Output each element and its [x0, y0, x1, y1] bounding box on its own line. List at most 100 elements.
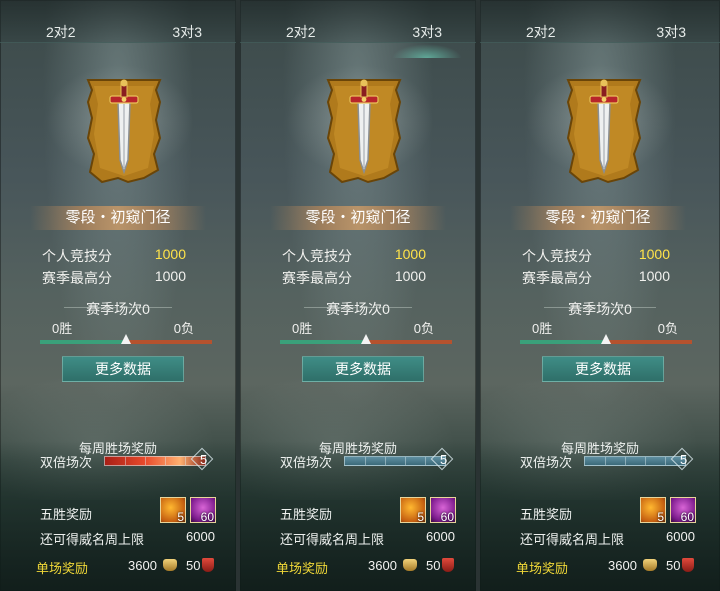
single-match-reward-label: 单场奖励	[36, 561, 89, 576]
weekly-cap-value: 6000	[426, 529, 455, 544]
single-reward-value-1: 3600	[128, 558, 157, 573]
weekly-cap-label: 还可得威名周上限	[280, 532, 385, 547]
divider-right	[120, 307, 172, 308]
single-match-reward-label: 单场奖励	[516, 561, 569, 576]
weekly-cap-label: 还可得威名周上限	[40, 532, 145, 547]
sword-banner-icon	[86, 79, 162, 184]
double-bar-tick	[605, 457, 606, 465]
personal-score-value: 1000	[394, 246, 426, 262]
season-high-label: 赛季最高分	[522, 270, 592, 286]
reward-item-count: 60	[200, 510, 214, 524]
double-bar-tick	[385, 457, 386, 465]
double-bar-tick	[405, 457, 406, 465]
rank-title: 零段・初窥门径	[510, 206, 686, 230]
personal-score-label: 个人竞技分	[282, 248, 352, 264]
double-matches-count: 5	[680, 452, 688, 467]
divider-right	[604, 307, 656, 308]
season-matches: 赛季场次0	[568, 301, 632, 317]
reward-item-count: 5	[657, 510, 664, 524]
arena-panel: 2对2 3对3 零段・初窥门径 个人竞技分 1000 赛季最高分 1000 赛季…	[480, 0, 720, 591]
ingot-icon	[643, 559, 657, 571]
season-high-value: 1000	[394, 268, 426, 284]
single-reward-value-2: 50	[186, 558, 201, 573]
more-data-button[interactable]: 更多数据	[62, 356, 184, 382]
win-fill	[40, 340, 126, 344]
reward-item-count: 5	[177, 510, 184, 524]
season-high-value: 1000	[154, 268, 186, 284]
sword-banner-icon	[326, 79, 402, 184]
double-matches-label: 双倍场次	[280, 455, 333, 470]
ingot-icon	[163, 559, 177, 571]
double-bar-tick	[425, 457, 426, 465]
single-reward-value-2: 50	[666, 558, 681, 573]
win-fill	[280, 340, 366, 344]
losses-count: 0负	[413, 321, 434, 336]
more-data-button[interactable]: 更多数据	[302, 356, 424, 382]
reward-item-gem-icon[interactable]: 60	[430, 497, 456, 524]
tab-3v3[interactable]: 3对3	[656, 22, 686, 42]
tab-2v2[interactable]: 2对2	[286, 22, 316, 42]
personal-score-row: 个人竞技分 1000	[282, 246, 446, 266]
personal-score-label: 个人竞技分	[42, 248, 112, 264]
rank-title: 零段・初窥门径	[30, 206, 206, 230]
reward-item-count: 60	[680, 510, 694, 524]
single-reward-value-1: 3600	[608, 558, 637, 573]
tab-3v3[interactable]: 3对3	[392, 22, 462, 58]
season-matches: 赛季场次0	[86, 301, 150, 317]
personal-score-label: 个人竞技分	[522, 248, 592, 264]
reward-item-gem-icon[interactable]: 60	[670, 497, 696, 524]
personal-score-row: 个人竞技分 1000	[522, 246, 690, 266]
double-bar-tick	[625, 457, 626, 465]
reward-item-chest-icon[interactable]: 5	[640, 497, 666, 524]
double-matches-count: 5	[200, 452, 208, 467]
double-bar-tick	[645, 457, 646, 465]
season-high-row: 赛季最高分 1000	[282, 268, 446, 288]
mode-tabs: 2对2 3对3	[480, 0, 720, 43]
weekly-cap-value: 6000	[666, 529, 695, 544]
single-reward-value-2: 50	[426, 558, 441, 573]
five-win-reward-label: 五胜奖励	[280, 507, 333, 522]
tab-2v2[interactable]: 2对2	[526, 22, 556, 42]
reward-item-chest-icon[interactable]: 5	[160, 497, 186, 524]
personal-score-value: 1000	[638, 246, 670, 262]
tab-3v3[interactable]: 3对3	[172, 22, 202, 42]
mode-tabs: 2对2 3对3	[240, 0, 476, 58]
double-bar-tick	[665, 457, 666, 465]
ingot-icon	[403, 559, 417, 571]
season-high-row: 赛季最高分 1000	[42, 268, 206, 288]
reward-item-count: 60	[440, 510, 454, 524]
double-bar-tick	[185, 457, 186, 465]
arena-panel: 2对2 3对3 零段・初窥门径 个人竞技分 1000 赛季最高分 1000 赛季…	[240, 0, 476, 591]
wins-count: 0胜	[52, 321, 73, 336]
reward-item-chest-icon[interactable]: 5	[400, 497, 426, 524]
loss-fill	[126, 340, 212, 344]
losses-count: 0负	[173, 321, 194, 336]
personal-score-row: 个人竞技分 1000	[42, 246, 206, 266]
season-high-value: 1000	[638, 268, 670, 284]
divider-right	[360, 307, 412, 308]
five-win-reward-label: 五胜奖励	[40, 507, 93, 522]
single-match-reward-label: 单场奖励	[276, 561, 329, 576]
weekly-cap-label: 还可得威名周上限	[520, 532, 625, 547]
season-high-label: 赛季最高分	[42, 270, 112, 286]
arena-panels: 2对2 3对3 零段・初窥门径 个人竞技分 1000 赛季最高分 1000 赛季…	[0, 0, 720, 591]
double-matches-label: 双倍场次	[40, 455, 93, 470]
five-win-reward-label: 五胜奖励	[520, 507, 573, 522]
reward-item-gem-icon[interactable]: 60	[190, 497, 216, 524]
double-matches-label: 双倍场次	[520, 455, 573, 470]
weekly-cap-value: 6000	[186, 529, 215, 544]
tab-2v2[interactable]: 2对2	[46, 22, 76, 42]
win-loss-marker	[121, 334, 131, 344]
more-data-button[interactable]: 更多数据	[542, 356, 664, 382]
losses-count: 0负	[657, 321, 678, 336]
shield-icon	[202, 558, 214, 572]
double-bar-tick	[165, 457, 166, 465]
season-high-label: 赛季最高分	[282, 270, 352, 286]
double-bar-tick	[365, 457, 366, 465]
double-bar-tick	[145, 457, 146, 465]
double-matches-count: 5	[440, 452, 448, 467]
shield-icon	[442, 558, 454, 572]
mode-tabs: 2对2 3对3	[0, 0, 236, 43]
wins-count: 0胜	[292, 321, 313, 336]
win-loss-marker	[601, 334, 611, 344]
